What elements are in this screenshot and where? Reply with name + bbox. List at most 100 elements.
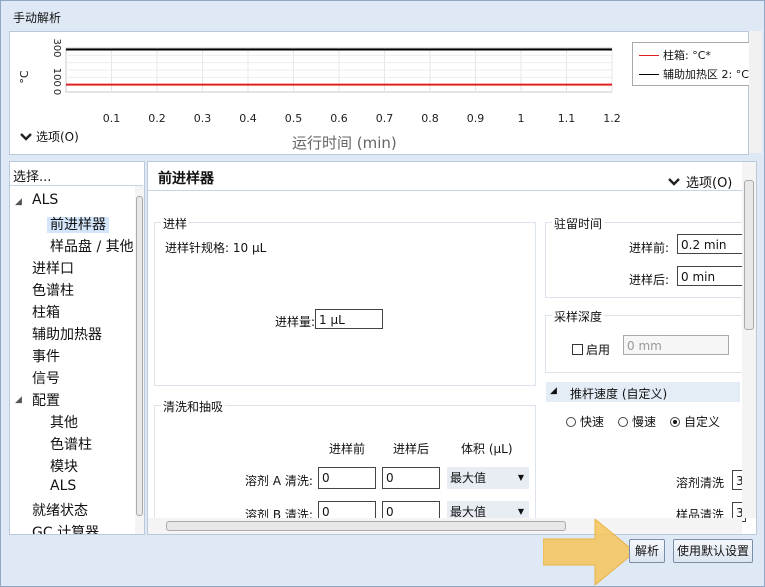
solvent-a-pre-input[interactable]: 0: [318, 467, 376, 489]
manual-analysis-window: 手动解析 0.1 0.2 0.3 0.4 0.5 0.6 0.7 0.8 0.9 1 1.1 1.2 0…: [0, 0, 765, 587]
checkbox-box: [572, 344, 583, 355]
legend-entry-oven: 柱箱: °C*: [639, 47, 711, 63]
syringe-size-text: 进样针规格: 10 µL: [165, 241, 267, 255]
tree-item-config-other[interactable]: 其他: [50, 412, 78, 432]
injection-volume-label: 进样量:: [275, 315, 316, 329]
radio-circle: [566, 416, 576, 427]
chart-options-toggle[interactable]: 选项(O): [20, 128, 79, 145]
y-tick-label: 100: [51, 68, 62, 87]
tree-item-config-als[interactable]: ALS: [50, 478, 76, 494]
x-axis-label: 运行时间 (min): [292, 134, 397, 152]
solvent-a-post-input[interactable]: 0: [382, 467, 440, 489]
tree-item-config[interactable]: 配置: [32, 390, 60, 410]
tree-item-sample-tray[interactable]: 样品盘 / 其他: [50, 236, 134, 256]
x-tick-label: 0.1: [103, 112, 121, 125]
sampling-depth-input[interactable]: 0 mm: [623, 335, 729, 355]
settings-vertical-scrollbar[interactable]: [742, 162, 756, 518]
chevron-down-icon: [668, 177, 680, 186]
expand-triangle-icon: ◢: [550, 386, 557, 396]
sampling-depth-group-title: 采样深度: [552, 308, 605, 325]
settings-horizontal-scrollbar[interactable]: [148, 518, 742, 534]
x-tick-label: 1.1: [558, 112, 576, 125]
tree-item-gc-calculator[interactable]: GC 计算器: [32, 522, 99, 534]
x-tick-label: 1.2: [603, 112, 621, 125]
wash-group: 清洗和抽吸 进样前 进样后 体积 (µL) 溶剂 A 清洗: 0 0 最大值 ▼ …: [154, 398, 536, 534]
x-tick-label: 0.5: [285, 112, 303, 125]
legend-line-oven: [639, 54, 659, 56]
settings-options-toggle[interactable]: 选项(O): [668, 172, 732, 191]
tree-scroll-thumb[interactable]: [136, 196, 143, 516]
injection-group-title: 进样: [161, 215, 190, 232]
speed-custom-label: 自定义: [684, 415, 721, 429]
solvent-a-wash-label: 溶剂 A 清洗:: [245, 474, 313, 488]
collapse-icon[interactable]: ◢: [15, 197, 22, 207]
tree-item-inlet[interactable]: 进样口: [32, 258, 74, 278]
settings-panel: 前进样器 选项(O) 进样 进样针规格: 10 µL 进样量: 1 µL 驻留时…: [147, 161, 757, 535]
tree-item-events[interactable]: 事件: [32, 346, 60, 366]
radio-circle: [618, 416, 628, 427]
speed-custom-radio[interactable]: 自定义: [670, 413, 720, 430]
title-bar: 手动解析: [1, 1, 764, 29]
column-volume-header: 体积 (µL): [461, 442, 513, 456]
x-tick-label: 0.4: [239, 112, 257, 125]
legend-label-oven: 柱箱: °C*: [663, 49, 711, 62]
chart-legend: 柱箱: °C* 辅助加热区 2: °C: [632, 42, 758, 86]
tree-item-config-column[interactable]: 色谱柱: [50, 434, 92, 454]
dwell-pre-label: 进样前:: [629, 241, 670, 255]
injection-group: 进样 进样针规格: 10 µL 进样量: 1 µL: [154, 215, 536, 386]
analyze-button[interactable]: 解析: [629, 539, 665, 563]
tree-item-column[interactable]: 色谱柱: [32, 280, 74, 300]
chevron-down-icon: [20, 132, 32, 141]
x-tick-label: 0.2: [148, 112, 166, 125]
tree-item-config-modules[interactable]: 模块: [50, 456, 78, 476]
collapse-icon[interactable]: ◢: [15, 395, 22, 405]
chart-options-label: 选项(O): [36, 130, 79, 144]
navigation-tree: 选择... ◢ ALS 前进样器 样品盘 / 其他 进样口 色谱柱 柱箱 辅助加…: [9, 161, 145, 535]
solvent-a-volume-select[interactable]: 最大值 ▼: [447, 467, 529, 489]
column-pre-header: 进样前: [329, 442, 366, 456]
x-tick-label: 1: [518, 112, 525, 125]
tree-item-signals[interactable]: 信号: [32, 368, 60, 388]
speed-fast-label: 快速: [580, 415, 605, 429]
tree-item-front-injector[interactable]: 前进样器: [47, 214, 109, 234]
tree-item-ready-state[interactable]: 就绪状态: [32, 500, 88, 520]
dwell-time-group: 驻留时间 进样前: 0.2 min 进样后: 0 min: [545, 215, 743, 298]
tree-header-divider: [10, 185, 143, 186]
speed-slow-radio[interactable]: 慢速: [618, 413, 656, 430]
dwell-post-label: 进样后:: [629, 273, 670, 287]
horizontal-scroll-thumb[interactable]: [166, 521, 566, 531]
radio-circle-selected: [670, 416, 680, 427]
speed-fast-radio[interactable]: 快速: [566, 413, 604, 430]
dwell-pre-input[interactable]: 0.2 min: [677, 234, 743, 254]
dwell-post-input[interactable]: 0 min: [677, 266, 743, 286]
solvent-a-volume-value: 最大值: [450, 471, 487, 485]
enable-checkbox[interactable]: 启用: [572, 341, 610, 358]
legend-line-aux: [639, 73, 659, 75]
plunger-speed-title: 推杆速度 (自定义): [570, 387, 668, 401]
tree-scrollbar[interactable]: [135, 186, 144, 534]
window-title: 手动解析: [13, 11, 62, 25]
x-tick-label: 0.7: [376, 112, 394, 125]
tree-item-aux-heater[interactable]: 辅助加热器: [32, 324, 102, 344]
vertical-scroll-thumb[interactable]: [744, 180, 754, 330]
wash-group-title: 清洗和抽吸: [161, 398, 226, 415]
plunger-speed-header[interactable]: ◢ 推杆速度 (自定义): [546, 382, 740, 402]
temperature-chart-panel: 0.1 0.2 0.3 0.4 0.5 0.6 0.7 0.8 0.9 1 1.1 1.2 0 100 30…: [9, 31, 758, 155]
chart-scrollbar[interactable]: [749, 31, 762, 153]
page-title: 前进样器: [158, 171, 214, 187]
use-defaults-button[interactable]: 使用默认设置: [673, 539, 753, 563]
settings-options-label: 选项(O): [686, 176, 733, 191]
solvent-wash-speed-label: 溶剂清洗: [676, 476, 725, 490]
x-tick-label: 0.6: [330, 112, 348, 125]
dropdown-arrow-icon: ▼: [517, 473, 525, 482]
tree-item-oven[interactable]: 柱箱: [32, 302, 60, 322]
title-divider: [148, 190, 742, 191]
tree-item-als[interactable]: ALS: [32, 192, 58, 208]
x-tick-label: 0.3: [194, 112, 212, 125]
x-tick-label: 0.8: [421, 112, 439, 125]
speed-slow-label: 慢速: [632, 415, 657, 429]
tree-header[interactable]: 选择...: [13, 166, 51, 185]
y-tick-label: 0: [51, 89, 62, 95]
arrow-pointer-icon: [543, 519, 635, 585]
injection-volume-input[interactable]: 1 µL: [315, 309, 383, 329]
